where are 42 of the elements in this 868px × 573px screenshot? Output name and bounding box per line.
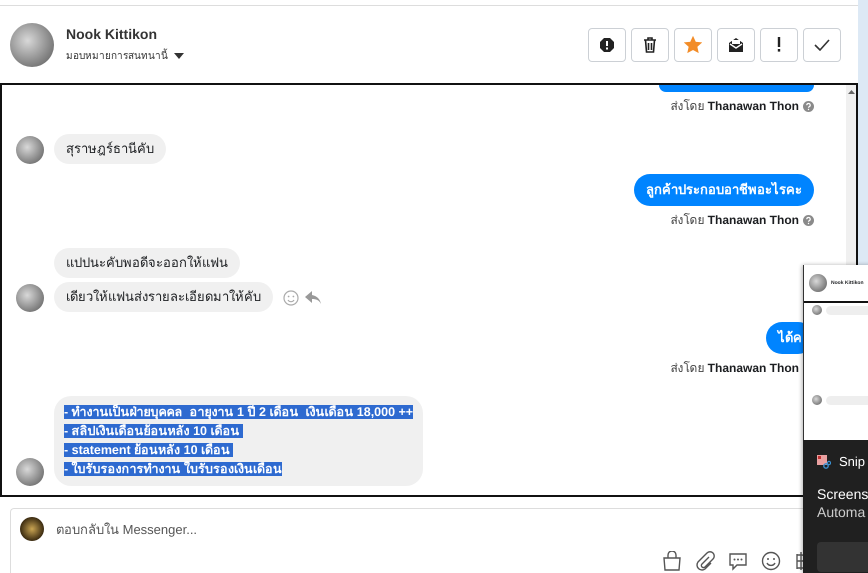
sender-label: ส่งโดย Thanawan Thon: [670, 98, 799, 114]
checkmark-icon: [814, 38, 830, 50]
message-bubble: แปปนะคับพอดีจะออกให้แฟน: [54, 248, 240, 278]
attach-icon[interactable]: [695, 551, 715, 571]
spam-button[interactable]: [588, 28, 626, 62]
message-bubble: เดียวให้แฟนส่งรายละเอียดมาให้คับ: [54, 282, 273, 312]
app-name: Snip: [839, 454, 866, 469]
delete-button[interactable]: [631, 28, 669, 62]
sender-avatar: [16, 458, 44, 486]
help-icon[interactable]: [803, 214, 814, 226]
emoji-icon[interactable]: [761, 551, 781, 571]
contact-name: Nook Kittikon: [66, 26, 158, 42]
sender-avatar: [16, 136, 44, 164]
notification-title: Screens: [817, 486, 868, 502]
done-button[interactable]: [803, 28, 841, 62]
sender-avatar: [16, 284, 44, 312]
assign-dropdown[interactable]: มอบหมายการสนทนานี้: [66, 48, 184, 63]
preview-avatar: [809, 274, 827, 292]
message-bubble: สุราษฎร์ธานีคับ: [54, 134, 166, 164]
preview-avatar: [812, 395, 822, 405]
star-icon: [684, 36, 702, 54]
preview-avatar: [812, 305, 822, 315]
star-button[interactable]: [674, 28, 712, 62]
sender-label: ส่งโดย Thanawan Thon: [670, 360, 799, 376]
envelope-icon: [727, 36, 745, 52]
sender-label: ส่งโดย Thanawan Thon: [670, 212, 799, 228]
unread-button[interactable]: [717, 28, 755, 62]
help-icon[interactable]: [803, 100, 814, 112]
reply-icon[interactable]: [305, 291, 321, 305]
chat-icon[interactable]: [728, 551, 748, 571]
contact-avatar: [10, 22, 54, 66]
bag-icon[interactable]: [662, 551, 682, 571]
scroll-up-icon[interactable]: [848, 90, 854, 94]
message-bubble: ลูกค้าประกอบอาชีพอะไรคะ: [634, 174, 814, 206]
exclamation-icon: [777, 37, 781, 52]
stop-sign-icon: [599, 36, 615, 52]
notification-panel[interactable]: Snip Screens Automa: [803, 440, 868, 573]
notification-text: Automa: [817, 504, 866, 520]
message-bubble: - ทำงานเป็นฝ่ายบุคคล อายุงาน 1 ปี 2 เดือน เงินเดือน 18,000 ++ - สลิปเงินเดือนย้อนหลัง 10 เดือน - statement ย้อนหลัง 10 เดือน - ใบรับรองการทำงาน ใบรับรองเงินเดือน: [54, 396, 424, 486]
trash-icon: [643, 36, 657, 52]
page-avatar: [20, 517, 44, 541]
caret-icon: [174, 52, 184, 58]
